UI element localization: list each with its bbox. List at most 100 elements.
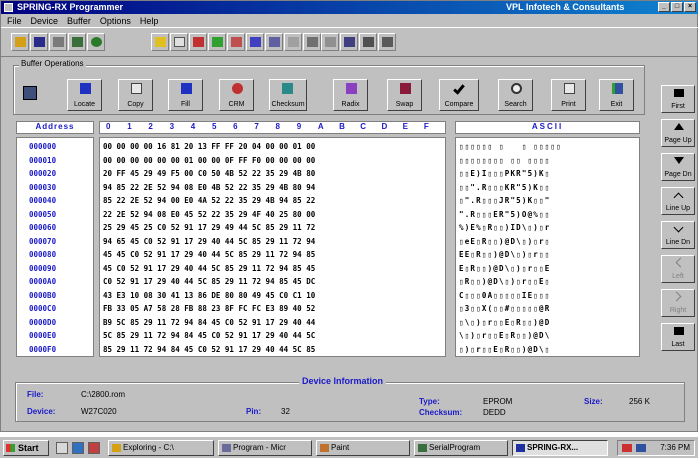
ascii-row[interactable]: ▯3▯▯X(▯▯#▯▯▯▯▯@R: [459, 302, 639, 316]
menu-options[interactable]: Options: [100, 16, 131, 26]
info-icon[interactable]: [359, 33, 377, 51]
right-button[interactable]: Right: [661, 289, 695, 317]
line-down-button[interactable]: Line Dn: [661, 221, 695, 249]
page-down-button[interactable]: Page Dn: [661, 153, 695, 181]
ascii-row[interactable]: ▯\▯)▯r▯▯E▯R▯▯)@D: [459, 316, 639, 330]
hex-row[interactable]: 85 29 11 72 94 84 45 C0 52 91 17 29 40 4…: [103, 343, 445, 357]
ascii-row[interactable]: ▯)▯r▯▯E▯R▯▯)@D\▯: [459, 343, 639, 357]
check-icon[interactable]: [246, 33, 264, 51]
read-icon[interactable]: [151, 33, 169, 51]
hex-row[interactable]: FB 33 05 A7 58 28 FB 88 23 8F FC FC E3 8…: [103, 302, 445, 316]
ascii-row[interactable]: ▯▯▯▯▯▯▯▯ ▯▯ ▯▯▯▯: [459, 154, 639, 168]
address-cell: 000000: [29, 142, 57, 151]
config-icon[interactable]: [284, 33, 302, 51]
verify-icon[interactable]: [208, 33, 226, 51]
print-button[interactable]: Print: [551, 79, 586, 111]
task-exploring[interactable]: Exploring - C:\: [108, 440, 214, 456]
hex-row[interactable]: 45 C0 52 91 17 29 40 44 5C 85 29 11 72 9…: [103, 262, 445, 276]
ascii-row[interactable]: C▯▯▯0A▯▯▯▯▯IE▯▯▯: [459, 289, 639, 303]
locate-button[interactable]: Locate: [67, 79, 102, 111]
auto-icon[interactable]: [265, 33, 283, 51]
ascii-row[interactable]: ▯".R▯▯▯JR"5)K▯▯": [459, 194, 639, 208]
desktop-quicklaunch-icon[interactable]: [56, 442, 68, 454]
speaker-icon[interactable]: [622, 444, 632, 452]
maximize-button[interactable]: □: [671, 2, 683, 12]
close-button[interactable]: ×: [684, 2, 696, 12]
mail-quicklaunch-icon[interactable]: [88, 442, 100, 454]
swap-button[interactable]: Swap: [387, 79, 422, 111]
ascii-row[interactable]: ▯▯E)I▯▯▯PKR"5)K▯: [459, 167, 639, 181]
hex-row[interactable]: B9 5C 85 29 11 72 94 84 45 C0 52 91 17 2…: [103, 316, 445, 330]
menu-device[interactable]: Device: [31, 16, 59, 26]
hex-row[interactable]: 85 22 2E 52 94 00 E0 4A 52 22 35 29 4B 9…: [103, 194, 445, 208]
search-button[interactable]: Search: [498, 79, 533, 111]
last-button[interactable]: Last: [661, 323, 695, 351]
hex-row[interactable]: 94 65 45 C0 52 91 17 29 40 44 5C 85 29 1…: [103, 235, 445, 249]
main-toolbar: [1, 27, 698, 57]
hex-row[interactable]: 00 00 00 00 16 81 20 13 FF FF 20 04 00 0…: [103, 140, 445, 154]
hex-row[interactable]: C0 52 91 17 29 40 44 5C 85 29 11 72 94 8…: [103, 275, 445, 289]
menu-help[interactable]: Help: [140, 16, 159, 26]
ascii-row[interactable]: ▯eE▯R▯▯)@D\▯)▯r▯: [459, 235, 639, 249]
task-paint[interactable]: Paint: [316, 440, 410, 456]
save-icon[interactable]: [30, 33, 48, 51]
task-program[interactable]: Program - Micr: [218, 440, 312, 456]
device-information-title: Device Information: [299, 376, 387, 386]
erase-icon[interactable]: [227, 33, 245, 51]
line-up-button[interactable]: Line Up: [661, 187, 695, 215]
minimize-button[interactable]: _: [658, 2, 670, 12]
system-tray: 7:36 PM: [617, 440, 695, 456]
edit-icon[interactable]: [321, 33, 339, 51]
copy-button[interactable]: Copy: [118, 79, 153, 111]
ascii-row[interactable]: %)E%▯R▯▯)ID\▯)▯r: [459, 221, 639, 235]
help-icon[interactable]: [87, 33, 105, 51]
start-button[interactable]: Start: [3, 440, 49, 456]
page-up-button[interactable]: Page Up: [661, 119, 695, 147]
compare-button[interactable]: Compare: [439, 79, 479, 111]
menu-buffer[interactable]: Buffer: [67, 16, 91, 26]
network-icon[interactable]: [636, 444, 646, 452]
ascii-row[interactable]: EE▯R▯▯)@D\▯)▯r▯▯: [459, 248, 639, 262]
blank-check-icon[interactable]: [170, 33, 188, 51]
first-button[interactable]: First: [661, 85, 695, 113]
ascii-data-grid[interactable]: ▯▯▯▯▯▯ ▯ ▯ ▯▯▯▯▯ ▯▯▯▯▯▯▯▯ ▯▯ ▯▯▯▯ ▯▯E)I▯…: [455, 137, 640, 357]
chip-select-icon[interactable]: [68, 33, 86, 51]
first-arrow-icon: [674, 89, 684, 97]
hex-row[interactable]: 5C 85 29 11 72 94 84 45 C0 52 91 17 29 4…: [103, 329, 445, 343]
clock[interactable]: 7:36 PM: [660, 443, 690, 452]
hex-row[interactable]: 20 FF 45 29 49 F5 00 C0 50 4B 52 22 35 2…: [103, 167, 445, 181]
hex-row[interactable]: 22 2E 52 94 08 E0 45 52 22 35 29 4F 40 2…: [103, 208, 445, 222]
hex-row[interactable]: 94 85 22 2E 52 94 08 E0 4B 52 22 35 29 4…: [103, 181, 445, 195]
ascii-row[interactable]: ".R▯▯▯ER"5)O@%▯▯: [459, 208, 639, 222]
crm-button[interactable]: CRM: [219, 79, 254, 111]
hex-row[interactable]: 00 00 00 00 00 00 01 00 00 0F FF F0 00 0…: [103, 154, 445, 168]
hex-row[interactable]: 43 E3 10 08 30 41 13 86 DE 80 80 49 45 C…: [103, 289, 445, 303]
menu-file[interactable]: File: [7, 16, 22, 26]
browser-quicklaunch-icon[interactable]: [72, 442, 84, 454]
program-icon[interactable]: [189, 33, 207, 51]
checksum-value: DEDD: [483, 408, 506, 417]
hex-row[interactable]: 45 45 C0 52 91 17 29 40 44 5C 85 29 11 7…: [103, 248, 445, 262]
view-icon[interactable]: [340, 33, 358, 51]
ascii-row[interactable]: ▯▯▯▯▯▯ ▯ ▯ ▯▯▯▯▯: [459, 140, 639, 154]
report-icon[interactable]: [378, 33, 396, 51]
left-button[interactable]: Left: [661, 255, 695, 283]
ascii-row[interactable]: ▯R▯▯)@D\▯)▯r▯▯E▯: [459, 275, 639, 289]
ascii-row[interactable]: E▯R▯▯)@D\▯)▯r▯▯E: [459, 262, 639, 276]
address-cell: 000030: [29, 182, 57, 192]
ascii-row[interactable]: \▯)▯r▯▯E▯R▯▯)@D\: [459, 329, 639, 343]
fill-button[interactable]: Fill: [168, 79, 203, 111]
checksum-button[interactable]: Checksum: [269, 79, 307, 111]
buffer-icon[interactable]: [49, 33, 67, 51]
id-icon[interactable]: [303, 33, 321, 51]
open-file-icon[interactable]: [11, 33, 29, 51]
hex-data-grid[interactable]: 00 00 00 00 16 81 20 13 FF FF 20 04 00 0…: [99, 137, 446, 357]
fill-icon: [181, 83, 192, 94]
exit-button[interactable]: Exit: [599, 79, 634, 111]
hex-row[interactable]: 25 29 45 25 C0 52 91 17 29 49 44 5C 85 2…: [103, 221, 445, 235]
radix-button[interactable]: Radix: [333, 79, 368, 111]
search-icon: [511, 83, 522, 94]
task-serialprogram[interactable]: SerialProgram: [414, 440, 508, 456]
ascii-row[interactable]: ▯▯".R▯▯▯KR"5)K▯▯: [459, 181, 639, 195]
task-spring-rx[interactable]: SPRING-RX...: [512, 440, 608, 456]
